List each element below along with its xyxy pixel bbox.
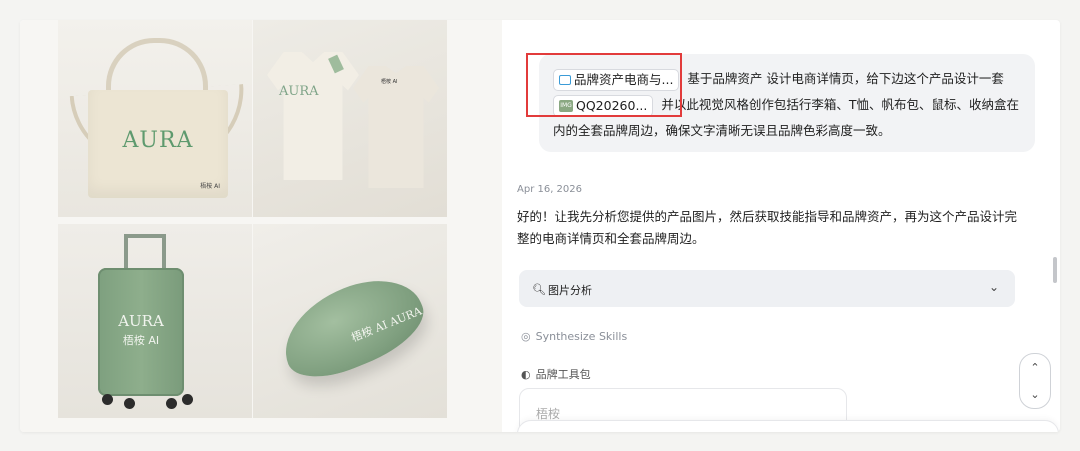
product-gallery: AURA 梧桉 AI AURA 梧桉 AI AURA 梧桉 AI 梧桉 AI A… [20,20,502,432]
suitcase-brand-text: AURA [118,312,164,330]
suitcase-image[interactable]: AURA 梧桉 AI [58,224,252,418]
search-icon: 🔍︎ [532,283,546,296]
reply-date: Apr 16, 2026 [517,184,583,195]
accordion-label: 图片分析 [548,284,592,297]
image-analysis-accordion[interactable]: 🔍︎ 图片分析 ⌄ [519,270,1015,307]
tshirt-image[interactable]: AURA 梧桉 AI [253,20,447,217]
assistant-reply-text: 好的！让我先分析您提供的产品图片，然后获取技能指导和品牌资产，再为这个产品设计完… [517,209,1018,246]
tote-sub-text: 梧桉 AI [200,183,220,190]
tshirt-brand-text: AURA [279,84,319,99]
synthesize-label: Synthesize Skills [535,330,628,343]
scroll-up-button[interactable]: ⌃ [1020,354,1050,381]
tote-brand-text: AURA [122,128,194,153]
brain-icon: ◎ [521,330,531,343]
scrollbar-thumb[interactable] [1053,257,1057,283]
chat-input[interactable] [517,420,1059,432]
tote-bag-image[interactable]: AURA 梧桉 AI [58,20,252,217]
suitcase-wheel [102,394,113,405]
tote-body: AURA 梧桉 AI [88,90,228,198]
suitcase-wheel [166,398,177,409]
synthesize-skills-step: ◎ Synthesize Skills [521,330,632,343]
scroll-controls: ⌃ ⌄ [1019,353,1051,409]
highlight-box [526,53,682,117]
tshirt-sub-text: 梧桉 AI [381,79,398,85]
toolkit-icon: ◐ [521,368,531,381]
chevron-down-icon[interactable]: ⌄ [989,280,999,294]
toolkit-label: 品牌工具包 [535,368,591,381]
message-text-part1: 基于品牌资产 设计电商详情页，给下边这个产品设计一套 [683,71,1004,86]
mouse-image[interactable]: 梧桉 AI AURA [253,224,447,418]
main-card: AURA 梧桉 AI AURA 梧桉 AI AURA 梧桉 AI 梧桉 AI A… [20,20,1060,432]
mouse-body [269,263,435,391]
scroll-down-button[interactable]: ⌄ [1020,381,1050,408]
brand-toolkit-step: ◐ 品牌工具包 [521,366,596,382]
suitcase-sub-text: 梧桉 AI [122,334,160,347]
suitcase-body: AURA 梧桉 AI [98,268,184,396]
suitcase-wheel [124,398,135,409]
chat-panel: 品牌资产电商与... 基于品牌资产 设计电商详情页，给下边这个产品设计一套 IM… [502,20,1060,432]
suitcase-wheel [182,394,193,405]
tshirt-front [267,52,359,180]
